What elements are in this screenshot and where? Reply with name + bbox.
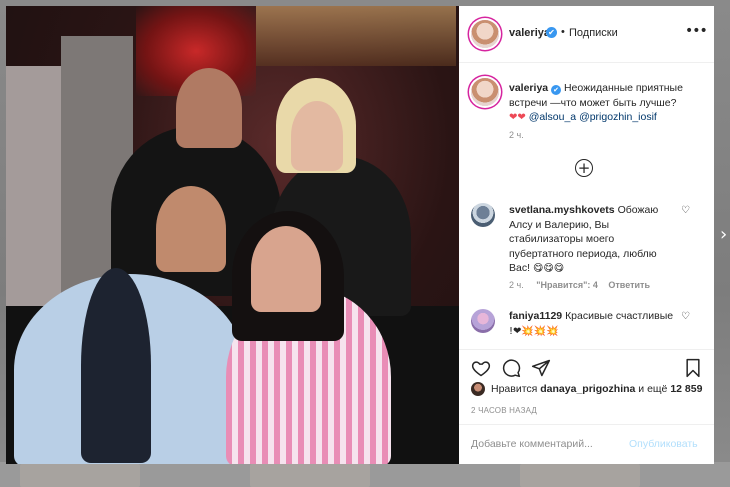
heart-emoji: ❤❤	[509, 112, 526, 123]
more-options-icon[interactable]: •••	[685, 23, 708, 39]
post-panel: valeriya ✔ • Подписки ••• valeriya ✔ Нео…	[459, 6, 714, 464]
feed-thumbnail	[520, 464, 640, 487]
likes-count[interactable]: 12 859	[670, 383, 702, 395]
save-bookmark-icon[interactable]	[683, 358, 703, 378]
feed-thumbnail	[250, 464, 370, 487]
likes-prefix: Нравится	[491, 383, 538, 395]
comment-text: svetlana.myshkovets Обожаю Алсу и Валери…	[509, 203, 679, 277]
next-post-icon[interactable]: ›	[720, 224, 730, 246]
commenter-avatar[interactable]	[471, 203, 495, 227]
load-more-comments-icon[interactable]: +	[575, 159, 593, 177]
photo-person-head	[251, 226, 321, 312]
photo-person-head	[291, 101, 343, 171]
share-send-icon[interactable]	[531, 358, 551, 378]
mention-link[interactable]: @alsou_a	[529, 111, 576, 123]
comment-emoji: 😋😋😋	[532, 263, 565, 274]
comment-meta: 2 ч. "Нравится": 4 Ответить	[509, 280, 650, 290]
comment-box: Добавьте комментарий... Опубликовать	[459, 424, 714, 465]
likes-suffix: и ещё	[638, 383, 668, 395]
liker-username[interactable]: danaya_prigozhina	[540, 383, 635, 395]
photo-ceiling-light	[256, 6, 456, 66]
photo-person-jacket	[81, 268, 151, 463]
separator-dot: •	[561, 26, 565, 38]
comment-body: Красивые счастливые	[565, 310, 674, 322]
caption-time: 2 ч.	[509, 130, 524, 140]
likes-summary: Нравится danaya_prigozhina и ещё 12 859	[471, 381, 706, 399]
comment-text: faniya1129 Красивые счастливые !❤💥💥💥	[509, 309, 679, 339]
comment-likes-count[interactable]: "Нравится": 4	[536, 280, 598, 290]
reply-button[interactable]: Ответить	[608, 280, 650, 290]
caption-username[interactable]: valeriya	[509, 82, 548, 94]
post-actions	[459, 349, 714, 380]
commenter-username[interactable]: faniya1129	[509, 310, 562, 322]
likes-text: Нравится danaya_prigozhina и ещё 12 859	[491, 383, 702, 395]
caption-avatar[interactable]	[471, 78, 499, 106]
liker-avatar[interactable]	[471, 382, 485, 396]
post-date[interactable]: 2 ЧАСОВ НАЗАД	[471, 406, 537, 415]
following-button[interactable]: Подписки	[569, 27, 618, 39]
photo-wall	[6, 66, 64, 326]
caption-text: valeriya ✔ Неожиданные приятные встречи …	[509, 81, 705, 126]
mention-link[interactable]: @prigozhin_iosif	[579, 111, 657, 123]
post-header: valeriya ✔ • Подписки •••	[459, 6, 714, 63]
commenter-avatar[interactable]	[471, 309, 495, 333]
commenter-username[interactable]: svetlana.myshkovets	[509, 204, 615, 216]
comment-like-icon[interactable]: ♡	[681, 205, 690, 216]
verified-badge-icon: ✔	[546, 27, 557, 38]
author-username[interactable]: valeriya	[509, 27, 550, 39]
comment-emoji: !❤💥💥💥	[509, 325, 559, 337]
author-avatar[interactable]	[471, 20, 499, 48]
comment-time: 2 ч.	[509, 280, 524, 290]
post-photo[interactable]	[6, 6, 459, 464]
photo-person-head	[176, 68, 242, 148]
comment-like-icon[interactable]: ♡	[681, 311, 690, 322]
post-comment-button[interactable]: Опубликовать	[629, 438, 698, 450]
comment-input[interactable]: Добавьте комментарий...	[471, 438, 593, 450]
feed-thumbnail	[20, 464, 140, 487]
verified-badge-icon: ✔	[551, 85, 562, 95]
photo-person-head	[156, 186, 226, 272]
like-heart-icon[interactable]	[471, 358, 491, 378]
comment-bubble-icon[interactable]	[501, 358, 521, 378]
